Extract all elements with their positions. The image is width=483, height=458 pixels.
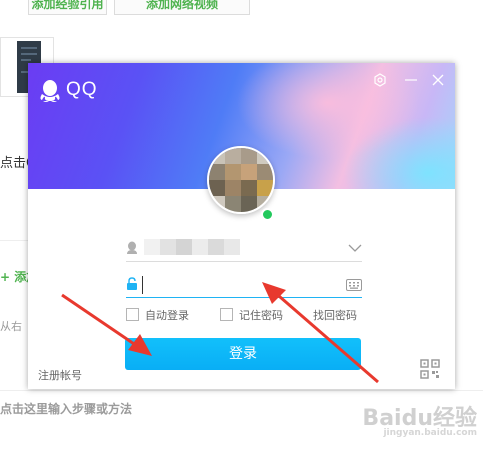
text-cursor — [142, 276, 143, 294]
qq-penguin-icon — [40, 80, 60, 102]
keyboard-icon[interactable] — [346, 279, 362, 291]
auto-login-label: 自动登录 — [145, 309, 189, 322]
baidu-watermark-logo: Baidu经验 jingyan.baidu.com — [362, 400, 477, 438]
remember-password-label: 记住密码 — [239, 309, 283, 322]
minimize-icon[interactable] — [404, 73, 418, 87]
qq-login-window: QQ 自动登录 记住密码 找回密码 登录 注册帐号 — [28, 63, 455, 389]
hint-text: 从右 — [0, 320, 22, 333]
user-icon — [127, 241, 137, 254]
register-account-link[interactable]: 注册帐号 — [38, 367, 82, 383]
remember-password-option[interactable]: 记住密码 — [220, 307, 283, 323]
auto-login-option[interactable]: 自动登录 — [126, 307, 189, 323]
user-avatar[interactable] — [207, 146, 275, 214]
add-reference-button[interactable]: 添加经验引用 — [28, 0, 107, 15]
settings-icon[interactable] — [373, 73, 387, 87]
step-input-placeholder[interactable]: 点击这里输入步骤或方法 — [0, 400, 132, 417]
app-title: QQ — [66, 79, 98, 100]
lock-icon — [127, 277, 137, 290]
auto-login-checkbox[interactable] — [126, 308, 139, 321]
login-button[interactable]: 登录 — [125, 338, 361, 370]
divider — [0, 390, 483, 391]
chevron-down-icon[interactable] — [348, 243, 362, 253]
account-value-obscured — [144, 239, 240, 255]
divider — [0, 240, 30, 241]
close-icon[interactable] — [431, 73, 445, 87]
online-status-icon — [261, 208, 274, 221]
password-field[interactable] — [126, 273, 362, 298]
find-password-link[interactable]: 找回密码 — [313, 307, 357, 323]
add-video-button[interactable]: 添加网络视频 — [114, 0, 250, 15]
account-field[interactable] — [126, 237, 362, 262]
remember-password-checkbox[interactable] — [220, 308, 233, 321]
qrcode-icon[interactable] — [420, 359, 440, 379]
